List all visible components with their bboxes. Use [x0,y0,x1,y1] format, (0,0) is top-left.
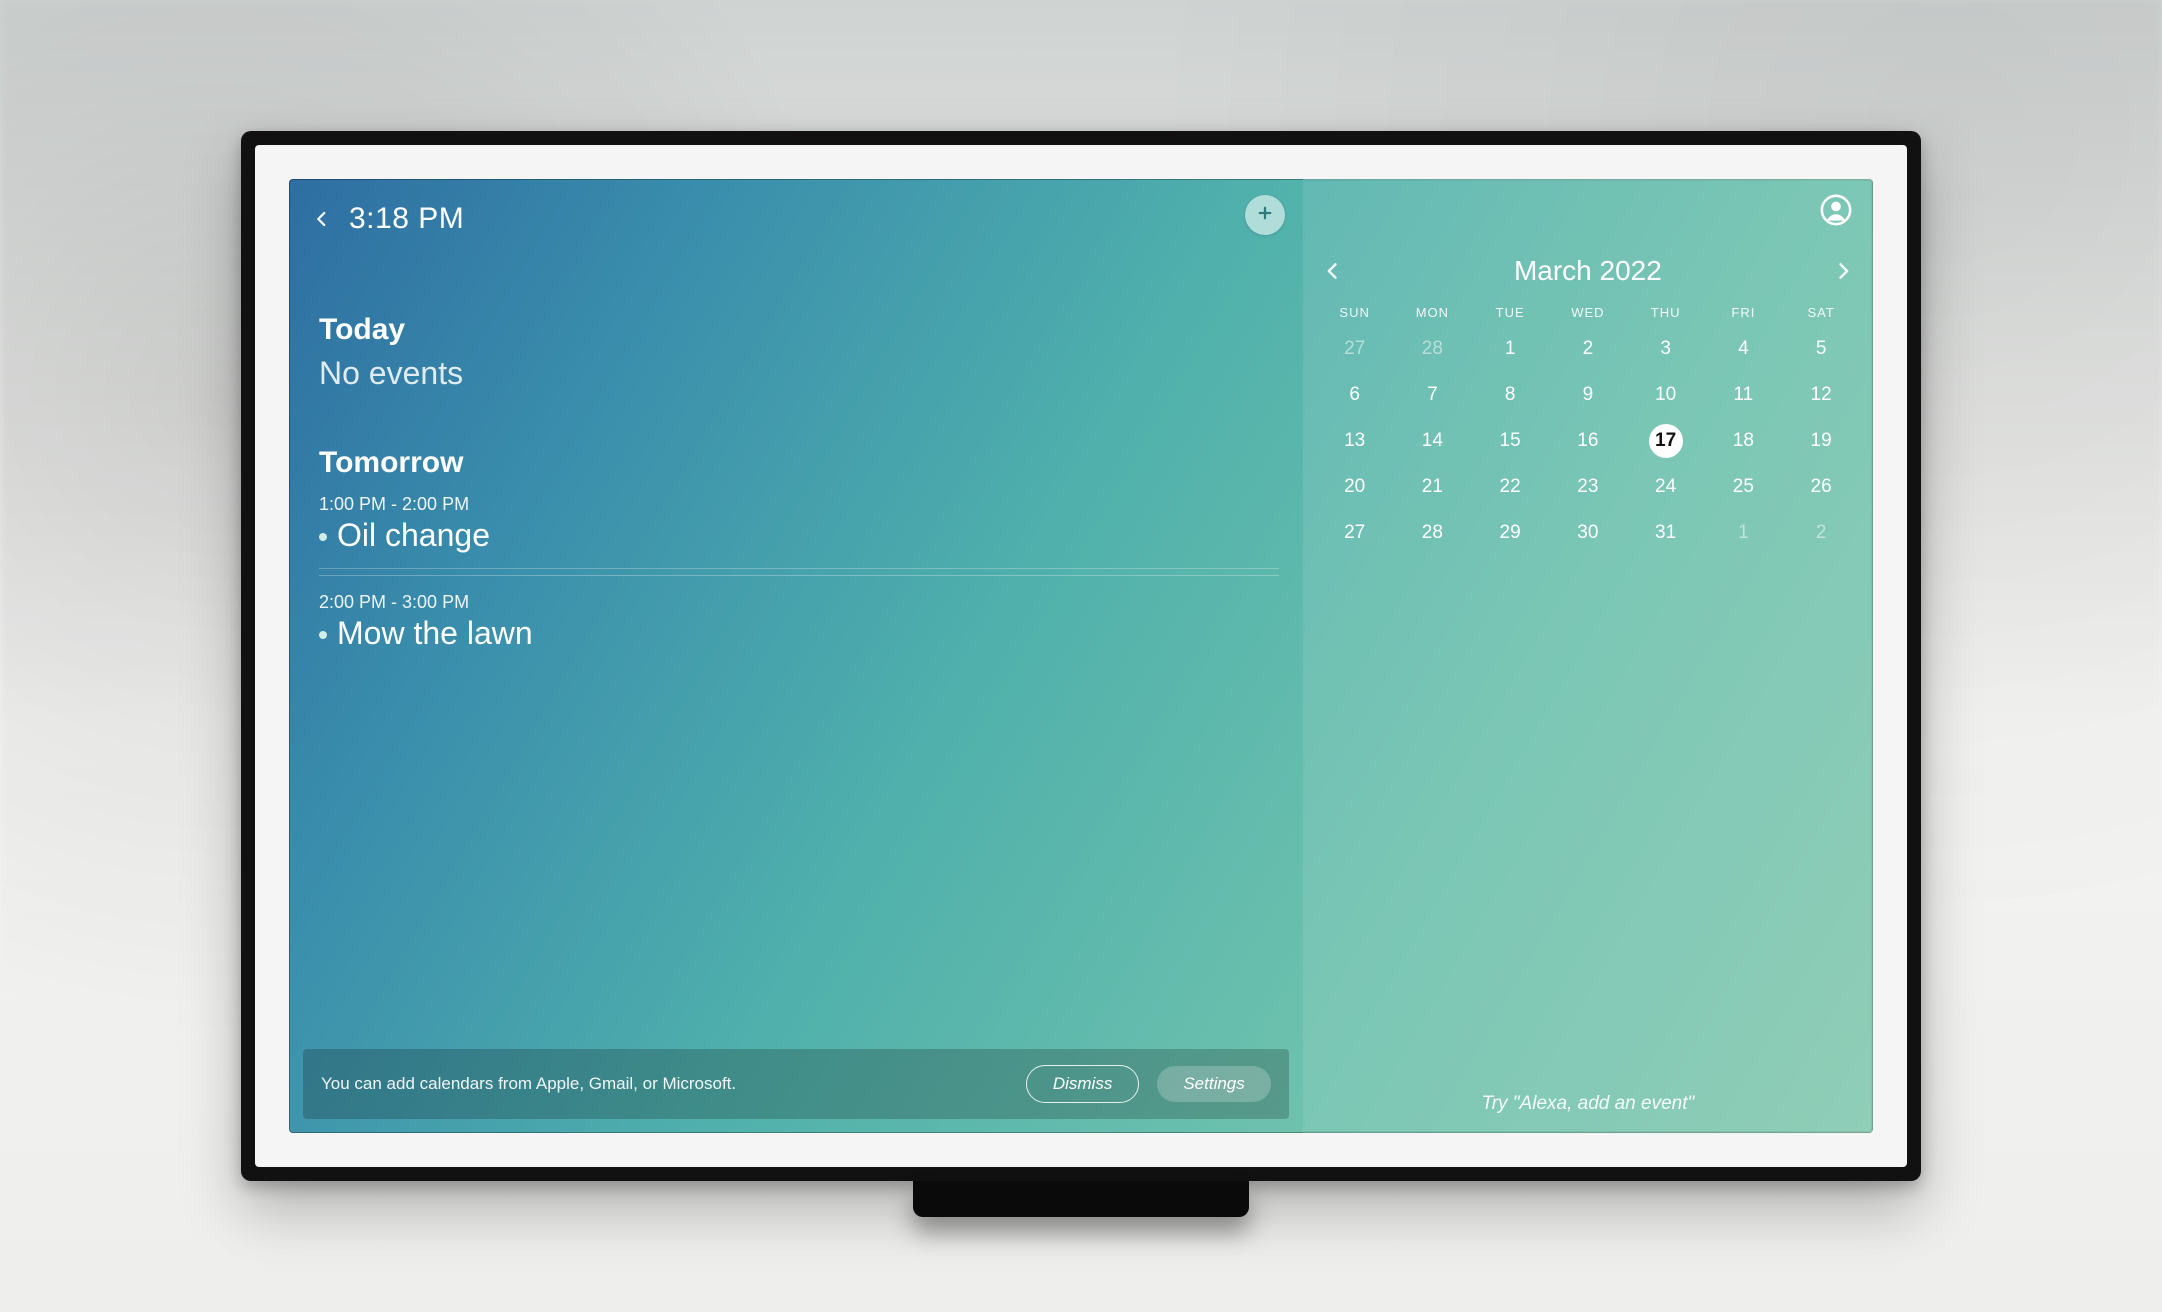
month-label: March 2022 [1514,255,1662,287]
event-divider [319,575,1279,576]
event-dot-icon [319,631,327,639]
tomorrow-heading: Tomorrow [319,446,1279,480]
event-time: 2:00 PM - 3:00 PM [319,592,1279,613]
calendar-day[interactable]: 30 [1550,514,1626,552]
calendar-week: 20212223242526 [1317,468,1859,506]
device-stand [913,1181,1249,1217]
calendar-day[interactable]: 16 [1550,422,1626,460]
header: 3:18 PM [313,197,1279,241]
device-frame: 3:18 PM Today No events Tomorrow 1:00 PM… [241,131,1921,1181]
calendar-week: 13141516 17 1819 [1317,422,1859,460]
calendar-day[interactable]: 9 [1550,376,1626,414]
dow-label: SAT [1783,305,1859,320]
calendar-day[interactable]: 2 [1550,330,1626,368]
event-time: 1:00 PM - 2:00 PM [319,494,1279,515]
voice-hint: Try "Alexa, add an event" [1317,1093,1859,1121]
prev-month-button[interactable] [1323,257,1343,285]
calendar-day[interactable]: 22 [1472,468,1548,506]
device-matte: 3:18 PM Today No events Tomorrow 1:00 PM… [255,145,1907,1167]
dow-label: MON [1395,305,1471,320]
calendar-week: 6789101112 [1317,376,1859,414]
calendar-day[interactable]: 8 [1472,376,1548,414]
calendar-day[interactable]: 21 [1395,468,1471,506]
event-list: 1:00 PM - 2:00 PMOil change 2:00 PM - 3:0… [319,488,1279,666]
back-icon[interactable] [313,205,331,233]
profile-icon[interactable] [1819,193,1853,227]
event-item[interactable]: 1:00 PM - 2:00 PMOil change [319,488,1279,569]
calendar-day[interactable]: 25 [1706,468,1782,506]
calendar-setup-banner: You can add calendars from Apple, Gmail,… [303,1049,1289,1119]
event-title: Mow the lawn [337,615,533,652]
event-dot-icon [319,533,327,541]
dow-label: THU [1628,305,1704,320]
calendar-week: 272812345 [1317,330,1859,368]
calendar-day[interactable]: 31 [1628,514,1704,552]
calendar-day-today[interactable]: 17 [1649,424,1683,458]
dismiss-button[interactable]: Dismiss [1026,1065,1140,1103]
day-of-week-header: SUNMONTUEWEDTHUFRISAT [1317,305,1859,320]
calendar-day[interactable]: 19 [1783,422,1859,460]
calendar-day[interactable]: 18 [1706,422,1782,460]
event-item[interactable]: 2:00 PM - 3:00 PMMow the lawn [319,586,1279,666]
dow-label: TUE [1472,305,1548,320]
banner-text: You can add calendars from Apple, Gmail,… [321,1074,1008,1094]
calendar-day[interactable]: 10 [1628,376,1704,414]
calendar-day[interactable]: 14 [1395,422,1471,460]
calendar-panel: March 2022 SUNMONTUEWEDTHUFRISAT 2728123… [1303,179,1873,1133]
calendar-day[interactable]: 1 [1706,514,1782,552]
calendar-day[interactable]: 28 [1395,514,1471,552]
month-nav: March 2022 [1317,255,1859,287]
calendar-day[interactable]: 13 [1317,422,1393,460]
add-event-button[interactable] [1245,195,1285,235]
calendar-day[interactable]: 20 [1317,468,1393,506]
calendar-day[interactable]: 15 [1472,422,1548,460]
calendar-day[interactable]: 12 [1783,376,1859,414]
today-empty-text: No events [319,355,1279,392]
calendar-day[interactable]: 3 [1628,330,1704,368]
calendar-grid: 2728123456789101112131415161718192021222… [1317,330,1859,552]
calendar-day[interactable]: 7 [1395,376,1471,414]
screen: 3:18 PM Today No events Tomorrow 1:00 PM… [289,179,1873,1133]
dow-label: SUN [1317,305,1393,320]
calendar-day[interactable]: 1 [1472,330,1548,368]
calendar-week: 272829303112 [1317,514,1859,552]
dow-label: FRI [1706,305,1782,320]
calendar-day[interactable]: 5 [1783,330,1859,368]
settings-button[interactable]: Settings [1157,1066,1270,1102]
calendar-day[interactable]: 2 [1783,514,1859,552]
dow-label: WED [1550,305,1626,320]
calendar-day[interactable]: 28 [1395,330,1471,368]
calendar-day[interactable]: 29 [1472,514,1548,552]
calendar-day[interactable]: 27 [1317,514,1393,552]
next-month-button[interactable] [1833,257,1853,285]
agenda-list: Today No events Tomorrow 1:00 PM - 2:00 … [313,313,1279,666]
calendar-day[interactable]: 6 [1317,376,1393,414]
event-title: Oil change [337,517,490,554]
calendar-day[interactable]: 24 [1628,468,1704,506]
plus-icon [1256,204,1274,227]
calendar-day[interactable]: 26 [1783,468,1859,506]
clock: 3:18 PM [349,202,464,236]
today-heading: Today [319,313,1279,347]
calendar-day[interactable]: 23 [1550,468,1626,506]
calendar-day[interactable]: 11 [1706,376,1782,414]
calendar-day[interactable]: 4 [1706,330,1782,368]
calendar-day[interactable]: 27 [1317,330,1393,368]
agenda-panel: 3:18 PM Today No events Tomorrow 1:00 PM… [289,179,1303,1133]
